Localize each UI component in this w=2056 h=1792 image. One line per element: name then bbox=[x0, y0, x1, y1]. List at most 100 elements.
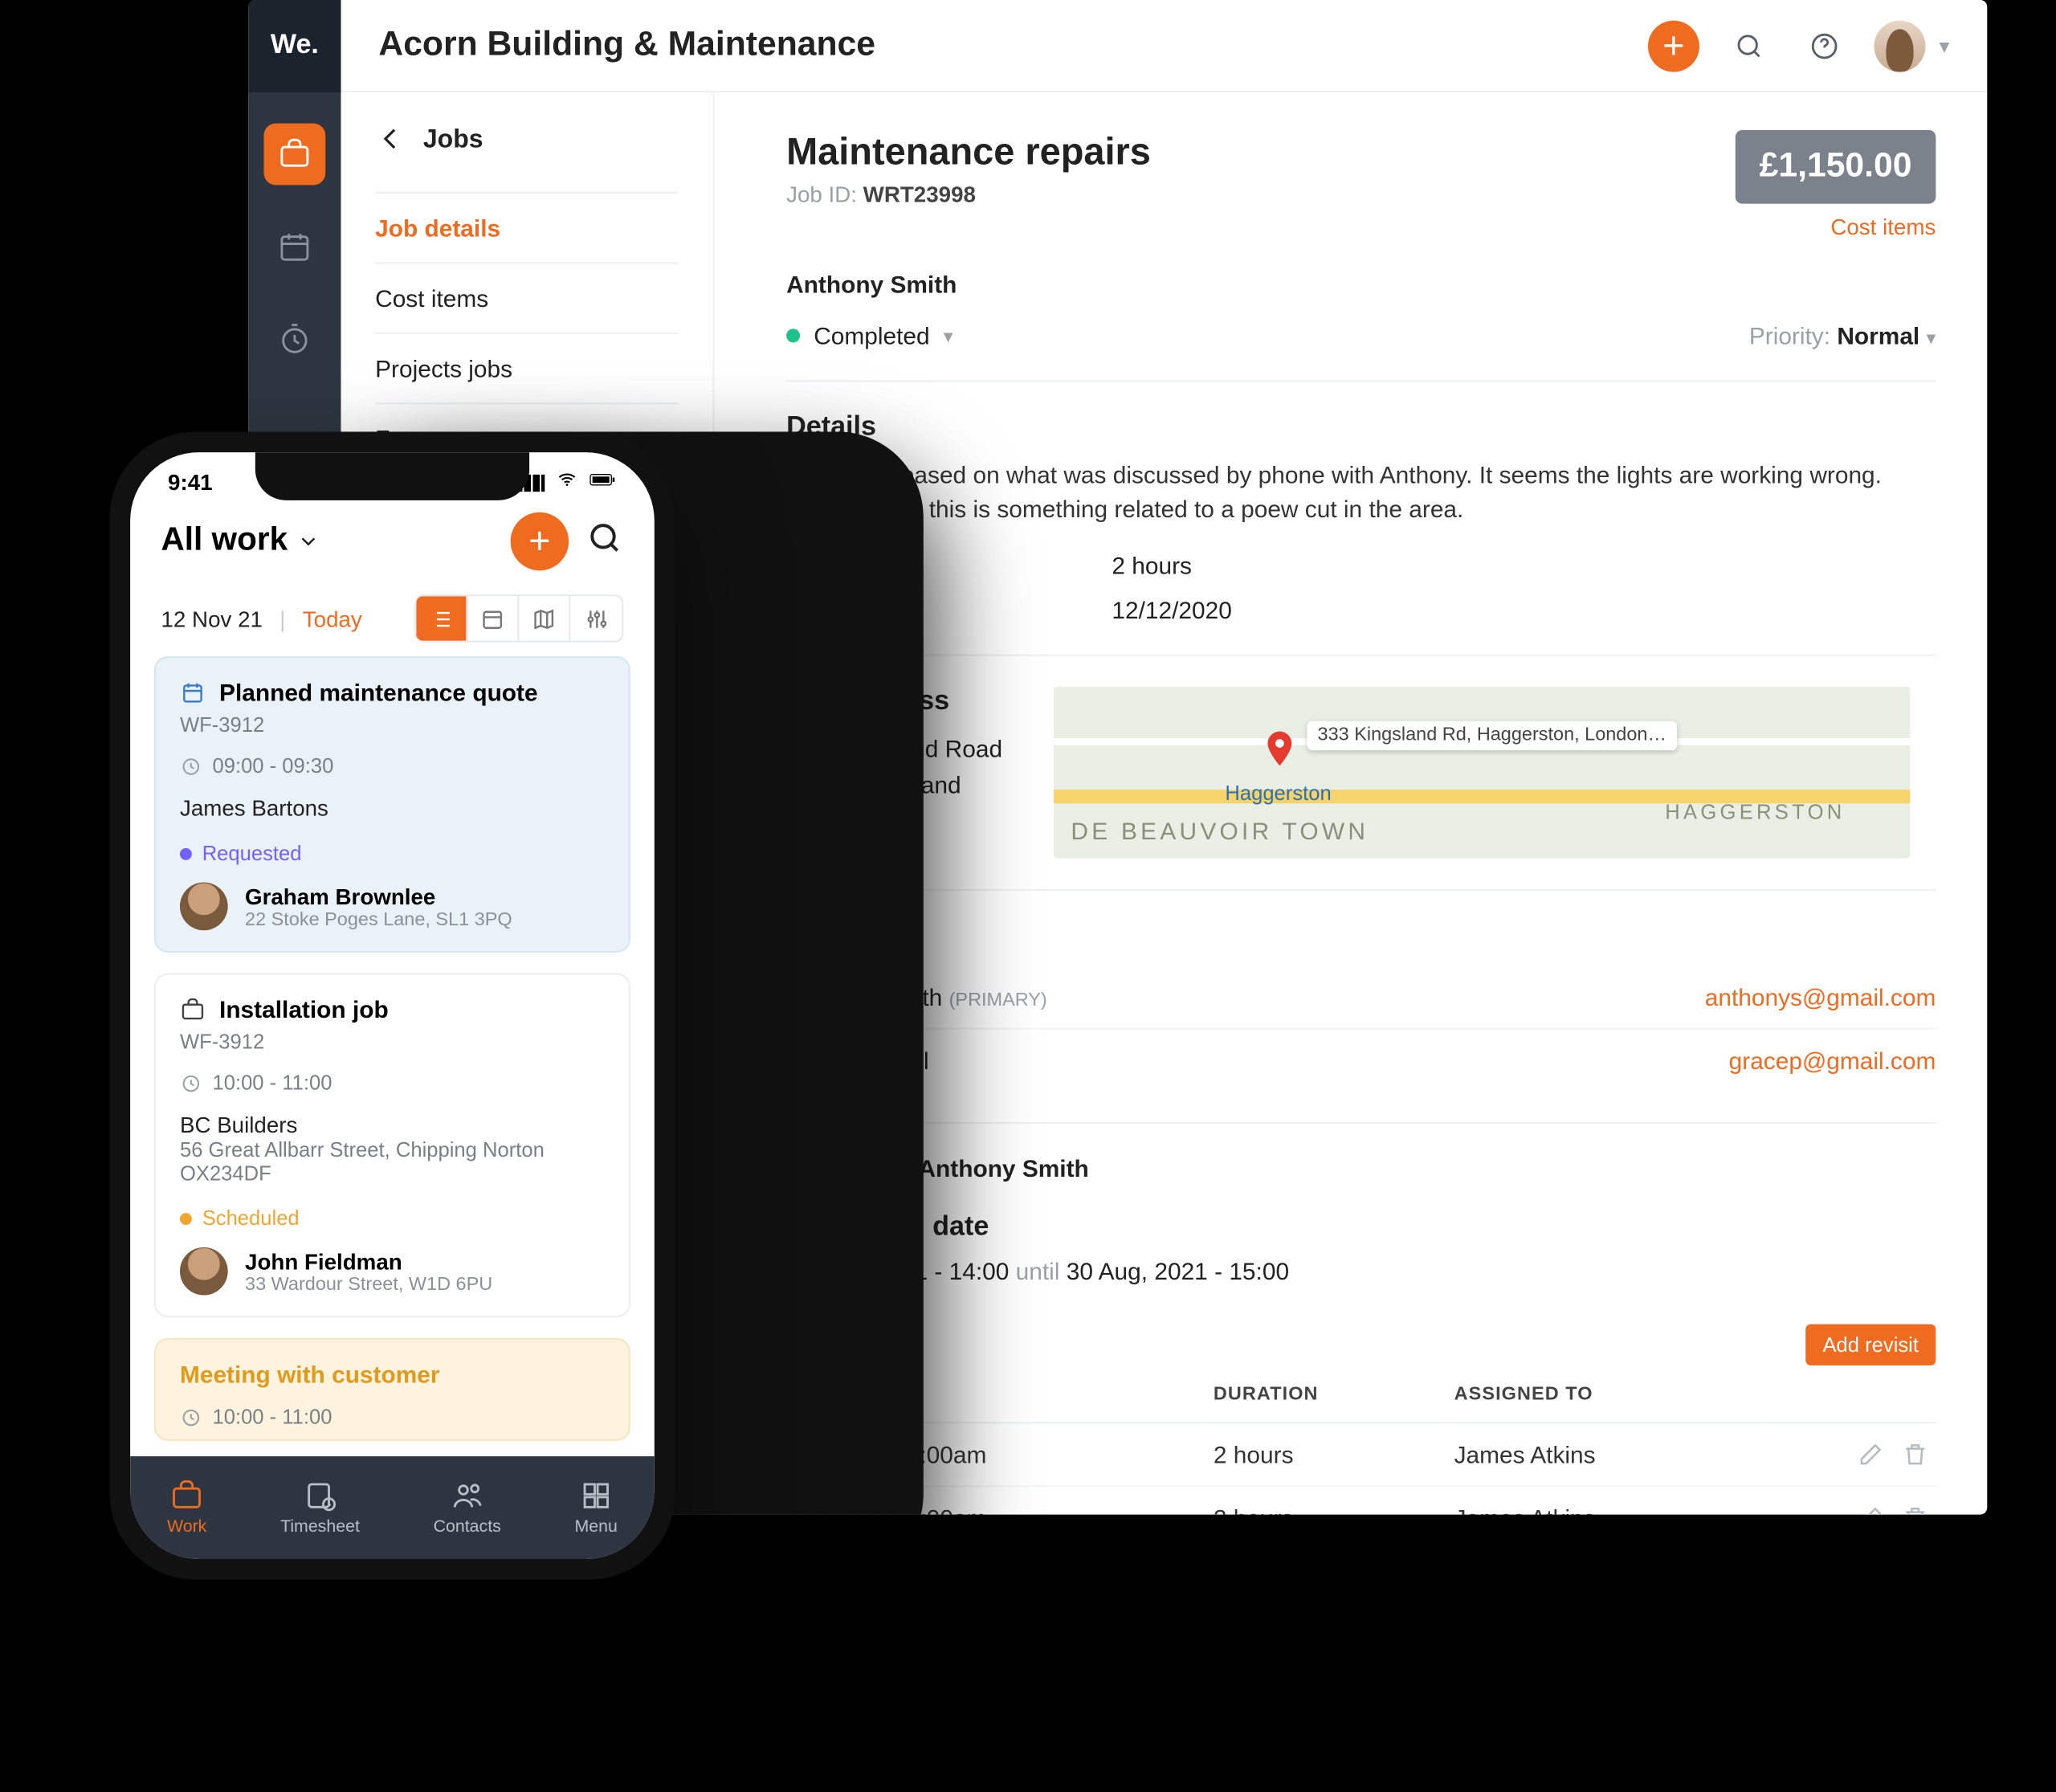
avatar-icon bbox=[180, 882, 228, 930]
sched-until: until bbox=[1016, 1257, 1060, 1284]
app-logo: We. bbox=[248, 0, 341, 92]
phone-search-button[interactable] bbox=[585, 518, 623, 565]
phone-frame: 9:41 All work + 12 Nov 21 | Today bbox=[110, 432, 675, 1580]
work-card[interactable]: Installation job WF-3912 10:00 - 11:00 B… bbox=[154, 974, 630, 1318]
job-id: WRT23998 bbox=[863, 182, 976, 207]
map-town-2: HAGGERSTON bbox=[1665, 799, 1845, 823]
map-pin-icon bbox=[1259, 728, 1300, 769]
contact-email[interactable]: gracep@gmail.com bbox=[1414, 1046, 1936, 1073]
card-time: 10:00 - 11:00 bbox=[180, 1071, 605, 1095]
seg-list-view[interactable] bbox=[416, 596, 467, 640]
contact-phone: (44) 07939 555 980 bbox=[714, 432, 923, 1515]
revisit-col-assigned: ASSIGNED TO bbox=[1447, 1366, 1762, 1422]
battery-icon bbox=[589, 469, 617, 495]
tab-timesheet[interactable]: Timesheet bbox=[280, 1479, 360, 1537]
sidebar-item-work[interactable] bbox=[263, 124, 325, 186]
edit-icon[interactable] bbox=[1857, 1504, 1884, 1515]
contact-tag: (PRIMARY) bbox=[949, 990, 1047, 1010]
card-customer: James Bartons bbox=[180, 795, 605, 821]
chevron-down-icon: ▾ bbox=[944, 325, 953, 347]
revisit-row: 21/01/21 09:00am 2 hours James Atkins bbox=[786, 1486, 1936, 1515]
card-ref: WF-3912 bbox=[180, 712, 605, 737]
toolbar-date: 12 Nov 21 bbox=[161, 606, 263, 631]
desktop-topbar: Acorn Building & Maintenance + ▾ bbox=[341, 0, 1987, 92]
topbar-help-button[interactable] bbox=[1799, 20, 1850, 71]
sidebar-item-reminders[interactable] bbox=[263, 308, 325, 370]
sidebar-item-calendar[interactable] bbox=[263, 216, 325, 278]
phone-view-title[interactable]: All work bbox=[161, 523, 321, 561]
revisit-assigned: James Atkins bbox=[1447, 1423, 1762, 1486]
card-title: Installation job bbox=[180, 995, 605, 1023]
due-value: 12/12/2020 bbox=[1112, 595, 1231, 623]
map-place: Haggerston bbox=[1225, 781, 1331, 805]
wifi-icon bbox=[553, 469, 581, 495]
view-seg-control bbox=[414, 594, 623, 643]
card-status: Requested bbox=[180, 841, 605, 865]
card-assignee: John Fieldman33 Wardour Street, W1D 6PU bbox=[180, 1247, 605, 1296]
delete-icon[interactable] bbox=[1902, 1504, 1929, 1515]
scheduled-heading: Scheduled date bbox=[786, 1212, 1936, 1243]
avatar-icon bbox=[180, 1247, 228, 1296]
topbar-add-button[interactable]: + bbox=[1648, 20, 1699, 71]
site-map[interactable]: 333 Kingsland Rd, Haggerston, London… Ha… bbox=[1054, 686, 1910, 857]
job-price: £1,150.00 bbox=[1736, 130, 1936, 204]
chevron-down-icon: ▾ bbox=[1926, 329, 1936, 350]
job-detail-panel: Maintenance repairs Job ID: WRT23998 £1,… bbox=[714, 92, 1987, 1514]
revisit-duration: 2 hours bbox=[1206, 1423, 1447, 1486]
revisit-col-duration: DURATION bbox=[1206, 1366, 1447, 1422]
topbar-search-button[interactable] bbox=[1724, 20, 1775, 71]
leftnav-cost-items[interactable]: Cost items bbox=[375, 262, 679, 332]
phone-toolbar: 12 Nov 21 | Today bbox=[130, 570, 655, 656]
phone-clock: 9:41 bbox=[168, 469, 213, 495]
work-card[interactable]: Planned maintenance quote WF-3912 09:00 … bbox=[154, 656, 630, 953]
card-title: Meeting with customer bbox=[180, 1361, 605, 1388]
details-text: This job is based on what was discussed … bbox=[786, 458, 1936, 528]
back-label: Jobs bbox=[423, 125, 483, 153]
back-to-jobs[interactable]: Jobs bbox=[375, 124, 679, 154]
card-time: 09:00 - 09:30 bbox=[180, 754, 605, 778]
map-label: 333 Kingsland Rd, Haggerston, London… bbox=[1307, 720, 1677, 750]
map-town-1: DE BEAUVOIR TOWN bbox=[1071, 817, 1369, 844]
seg-map-view[interactable] bbox=[519, 596, 570, 640]
priority-label: Priority: bbox=[1749, 322, 1830, 349]
sched-to: 30 Aug, 2021 - 15:00 bbox=[1067, 1257, 1289, 1284]
leftnav-job-details[interactable]: Job details bbox=[375, 192, 679, 262]
card-status: Scheduled bbox=[180, 1206, 605, 1231]
cost-items-link[interactable]: Cost items bbox=[1736, 214, 1936, 240]
work-card[interactable]: Meeting with customer 10:00 - 11:00 bbox=[154, 1338, 630, 1441]
details-heading: Details bbox=[786, 413, 1936, 443]
phone-notch bbox=[255, 452, 529, 500]
contact-row: Grace Powell (44) 07939 555 980 gracep@g… bbox=[786, 1029, 1936, 1091]
delete-icon[interactable] bbox=[1902, 1440, 1929, 1467]
job-title: Maintenance repairs bbox=[786, 130, 1151, 174]
leftnav-projects-jobs[interactable]: Projects jobs bbox=[375, 333, 679, 402]
card-time: 10:00 - 11:00 bbox=[180, 1405, 605, 1429]
phone-tabbar: Work Timesheet Contacts Menu bbox=[130, 1456, 655, 1559]
revisit-assigned: James Atkins bbox=[1447, 1486, 1762, 1515]
card-assignee: Graham Brownlee22 Stoke Poges Lane, SL1 … bbox=[180, 882, 605, 930]
tab-contacts[interactable]: Contacts bbox=[434, 1479, 501, 1537]
job-id-label: Job ID: bbox=[786, 182, 857, 207]
seg-filter-view[interactable] bbox=[570, 596, 622, 640]
contact-row: Anthony Smith (PRIMARY) (44) 07939 432 1… bbox=[786, 965, 1936, 1029]
job-status[interactable]: Completed bbox=[814, 322, 929, 349]
tab-work[interactable]: Work bbox=[167, 1479, 206, 1537]
contact-email[interactable]: anthonys@gmail.com bbox=[1414, 982, 1936, 1010]
topbar-avatar[interactable] bbox=[1874, 20, 1925, 71]
edit-icon[interactable] bbox=[1857, 1440, 1884, 1467]
tab-menu[interactable]: Menu bbox=[575, 1479, 618, 1537]
seg-calendar-view[interactable] bbox=[467, 596, 519, 640]
phone-add-button[interactable]: + bbox=[511, 512, 569, 571]
card-title: Planned maintenance quote bbox=[180, 679, 605, 706]
contacts-heading: Contacts bbox=[786, 921, 1936, 952]
job-owner: Anthony Smith bbox=[786, 271, 1936, 298]
priority-select[interactable]: Normal bbox=[1837, 322, 1919, 349]
revisit-row: 21/01/21 09:00am 2 hours James Atkins bbox=[786, 1423, 1936, 1486]
duration-value: 2 hours bbox=[1112, 551, 1192, 578]
add-revisit-button[interactable]: Add revisit bbox=[1805, 1324, 1936, 1365]
revisit-duration: 2 hours bbox=[1206, 1486, 1447, 1515]
card-ref: WF-3912 bbox=[180, 1030, 605, 1054]
toolbar-today[interactable]: Today bbox=[303, 606, 362, 631]
chevron-down-icon: ▾ bbox=[1939, 34, 1949, 58]
card-customer: BC Builders bbox=[180, 1112, 605, 1137]
